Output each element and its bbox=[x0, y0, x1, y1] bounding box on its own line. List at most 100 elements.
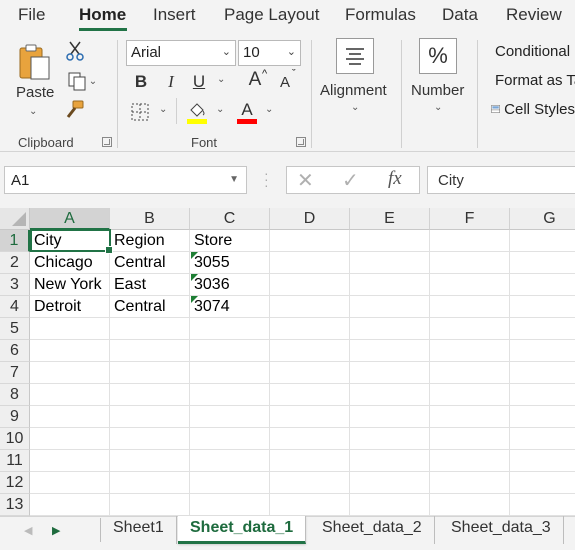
borders-button[interactable] bbox=[128, 100, 152, 124]
sheet-tab-sheet-data-2[interactable]: Sheet_data_2 bbox=[310, 516, 435, 544]
bold-button[interactable]: B bbox=[130, 70, 152, 94]
paste-label: Paste bbox=[16, 84, 55, 101]
group-divider bbox=[401, 40, 402, 148]
font-launcher-icon[interactable] bbox=[296, 137, 306, 147]
paste-button[interactable] bbox=[14, 42, 54, 84]
font-family-value: Arial bbox=[131, 44, 162, 61]
alignment-button[interactable] bbox=[336, 38, 374, 74]
column-header-g[interactable]: G bbox=[510, 208, 575, 230]
column-header-d[interactable]: D bbox=[270, 208, 350, 230]
select-all-button[interactable] bbox=[0, 208, 30, 230]
font-size-select[interactable]: 10 ⌄ bbox=[238, 40, 301, 66]
paintbrush-icon bbox=[66, 100, 84, 118]
cell-a3[interactable]: New York bbox=[30, 274, 110, 296]
number-chevron-icon[interactable]: ⌄ bbox=[434, 102, 442, 113]
row-header-8[interactable]: 8 bbox=[0, 384, 30, 406]
tab-review[interactable]: Review bbox=[506, 5, 562, 25]
tab-home[interactable]: Home bbox=[79, 5, 126, 25]
insert-function-button[interactable]: fx bbox=[388, 168, 402, 190]
cell-styles-button[interactable]: Cell Styles bbox=[491, 98, 575, 120]
row-header-9[interactable]: 9 bbox=[0, 406, 30, 428]
cancel-icon[interactable]: ✕ bbox=[297, 168, 314, 193]
chevron-down-icon: ⌄ bbox=[286, 46, 296, 58]
enter-icon[interactable]: ✓ bbox=[342, 168, 359, 193]
cell-b1[interactable]: Region bbox=[110, 230, 190, 252]
row-header-10[interactable]: 10 bbox=[0, 428, 30, 450]
column-header-f[interactable]: F bbox=[430, 208, 510, 230]
cell-c3[interactable]: 3036 bbox=[190, 274, 270, 296]
scissors-icon bbox=[66, 41, 84, 61]
fill-color-swatch bbox=[187, 118, 207, 124]
cell-b2[interactable]: Central bbox=[110, 252, 190, 274]
formula-input[interactable]: City bbox=[427, 166, 575, 194]
cut-button[interactable] bbox=[64, 40, 86, 62]
font-family-select[interactable]: Arial ⌄ bbox=[126, 40, 236, 66]
scroll-left-icon[interactable]: ◀ bbox=[24, 524, 32, 537]
font-color-button[interactable]: A bbox=[235, 98, 259, 126]
paste-chevron-icon[interactable]: ⌄ bbox=[29, 106, 37, 117]
group-divider bbox=[311, 40, 312, 148]
sheet-tab-sheet1[interactable]: Sheet1 bbox=[101, 516, 177, 544]
tab-file[interactable]: File bbox=[18, 5, 45, 25]
tab-page-layout[interactable]: Page Layout bbox=[224, 5, 319, 25]
fill-color-button[interactable] bbox=[185, 98, 209, 126]
group-divider bbox=[117, 40, 118, 148]
cell-b3[interactable]: East bbox=[110, 274, 190, 296]
percent-icon: % bbox=[428, 43, 448, 68]
copy-button[interactable]: ⌄ bbox=[62, 70, 102, 92]
conditional-formatting-button[interactable]: Conditional Formatting bbox=[491, 40, 575, 62]
underline-chevron-icon[interactable]: ⌄ bbox=[217, 74, 225, 85]
sheet-tab-sheet-data-1[interactable]: Sheet_data_1 bbox=[178, 516, 307, 544]
fill-chevron-icon[interactable]: ⌄ bbox=[216, 104, 224, 115]
borders-icon bbox=[131, 103, 149, 121]
cell-a2[interactable]: Chicago bbox=[30, 252, 110, 274]
clipboard-launcher-icon[interactable] bbox=[102, 137, 112, 147]
cell-c1[interactable]: Store bbox=[190, 230, 270, 252]
italic-button[interactable]: I bbox=[160, 70, 182, 94]
active-cell-selection[interactable] bbox=[30, 229, 113, 254]
row-header-11[interactable]: 11 bbox=[0, 450, 30, 472]
column-header-e[interactable]: E bbox=[350, 208, 430, 230]
tab-formulas[interactable]: Formulas bbox=[345, 5, 416, 25]
format-as-table-button[interactable]: Format as Table bbox=[491, 69, 575, 91]
font-group-label: Font bbox=[191, 135, 218, 150]
row-header-1[interactable]: 1 bbox=[0, 230, 30, 252]
borders-chevron-icon[interactable]: ⌄ bbox=[159, 104, 167, 115]
underline-button[interactable]: U bbox=[188, 70, 210, 94]
row-header-6[interactable]: 6 bbox=[0, 340, 30, 362]
scroll-right-icon[interactable]: ▶ bbox=[52, 524, 60, 537]
sheet-tab-sheet-data-3[interactable]: Sheet_data_3 bbox=[439, 516, 564, 544]
name-box[interactable]: A1 ▼ bbox=[4, 166, 247, 194]
row-header-12[interactable]: 12 bbox=[0, 472, 30, 494]
tab-data[interactable]: Data bbox=[442, 5, 478, 25]
clipboard-group-label: Clipboard bbox=[18, 135, 74, 150]
row-header-13[interactable]: 13 bbox=[0, 494, 30, 516]
number-format-button[interactable]: % bbox=[419, 38, 457, 74]
row-header-4[interactable]: 4 bbox=[0, 296, 30, 318]
cell-a4[interactable]: Detroit bbox=[30, 296, 110, 318]
drag-handle-icon[interactable]: · · · bbox=[264, 166, 269, 192]
cell-styles-icon bbox=[491, 105, 500, 113]
chevron-down-icon: ⌄ bbox=[221, 46, 231, 58]
number-label: Number bbox=[411, 82, 465, 99]
alignment-chevron-icon[interactable]: ⌄ bbox=[351, 102, 359, 113]
column-header-c[interactable]: C bbox=[190, 208, 270, 230]
font-color-swatch bbox=[237, 119, 257, 124]
cell-b4[interactable]: Central bbox=[110, 296, 190, 318]
row-header-3[interactable]: 3 bbox=[0, 274, 30, 296]
active-tab-indicator bbox=[79, 28, 127, 31]
font-size-value: 10 bbox=[243, 44, 260, 61]
row-header-7[interactable]: 7 bbox=[0, 362, 30, 384]
cell-c4[interactable]: 3074 bbox=[190, 296, 270, 318]
group-divider bbox=[477, 40, 478, 148]
row-header-2[interactable]: 2 bbox=[0, 252, 30, 274]
format-painter-button[interactable] bbox=[62, 98, 86, 122]
row-header-5[interactable]: 5 bbox=[0, 318, 30, 340]
cell-c2[interactable]: 3055 bbox=[190, 252, 270, 274]
tab-insert[interactable]: Insert bbox=[153, 5, 196, 25]
font-color-chevron-icon[interactable]: ⌄ bbox=[265, 104, 273, 115]
column-header-a[interactable]: A bbox=[30, 208, 110, 230]
divider bbox=[176, 98, 177, 124]
increase-caret-icon: ^ bbox=[262, 68, 268, 80]
column-header-b[interactable]: B bbox=[110, 208, 190, 230]
